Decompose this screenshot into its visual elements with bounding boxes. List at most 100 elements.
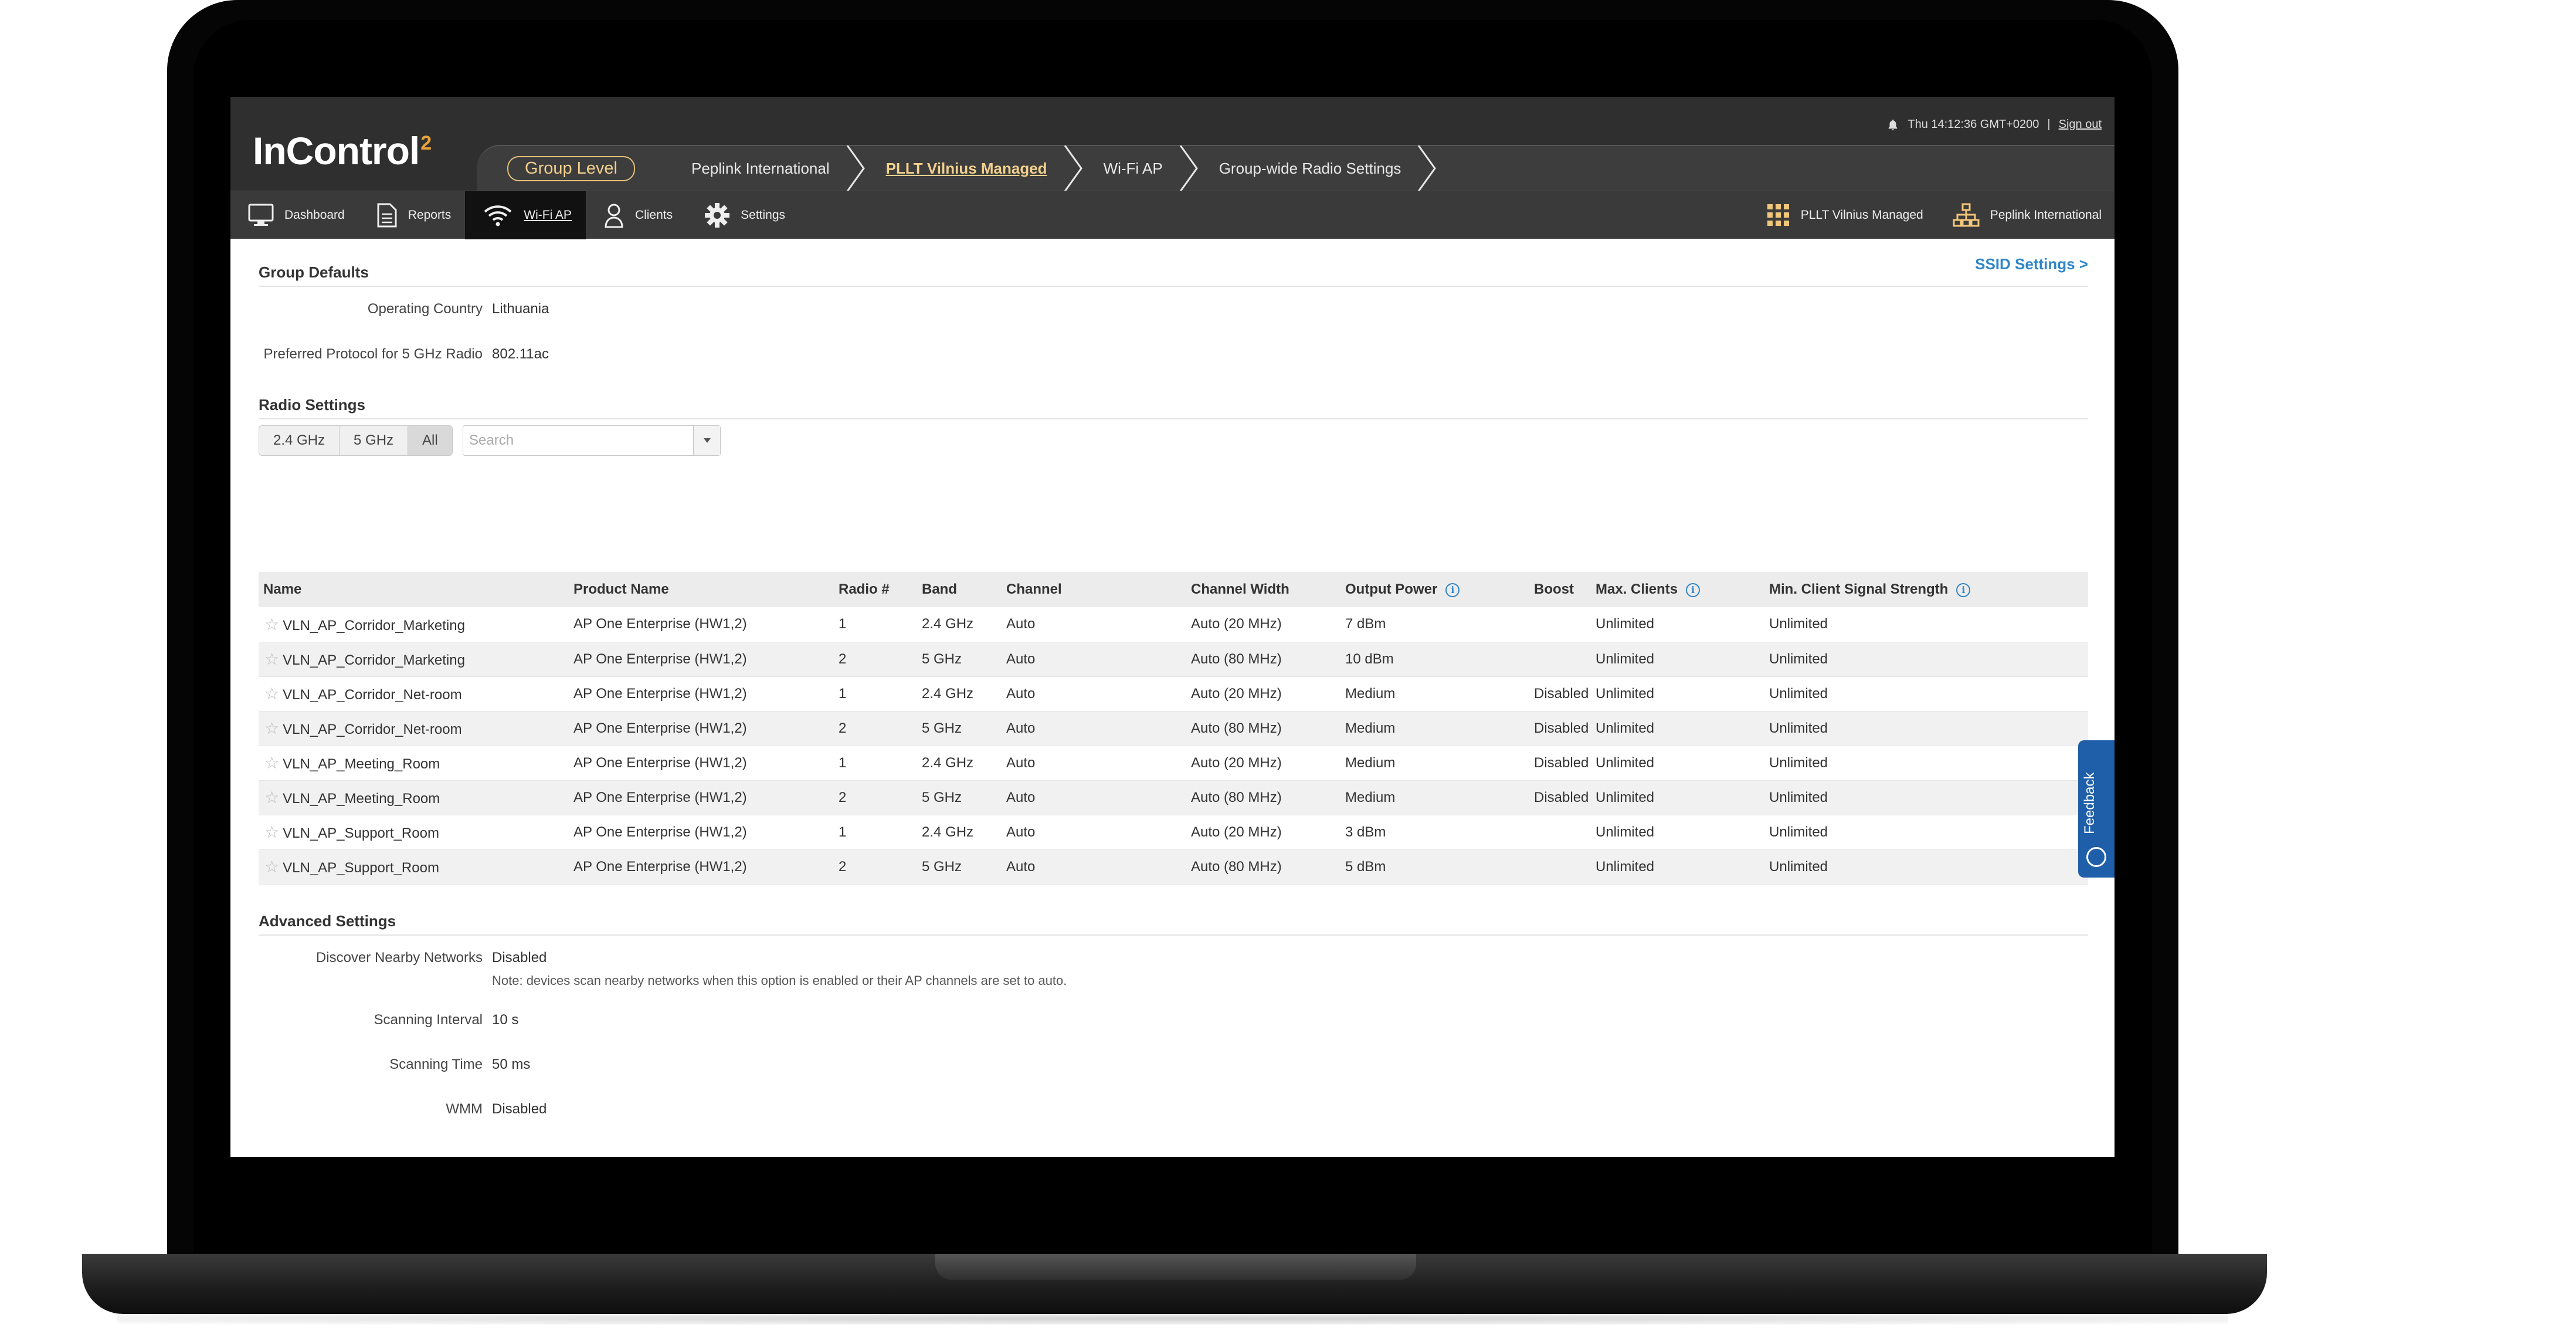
breadcrumb-item[interactable]: Group-wide Radio Settings [1196, 145, 1437, 191]
cell-output-power: 3 dBm [1345, 815, 1534, 850]
column-label: Min. Client Signal Strength [1769, 581, 1949, 597]
cell-value: AP One Enterprise (HW1,2) [573, 616, 747, 632]
cell-product-name: AP One Enterprise (HW1,2) [573, 711, 839, 746]
cell-channel: Auto [1006, 780, 1191, 815]
cell-value: Auto (20 MHz) [1191, 754, 1282, 771]
nav-settings[interactable]: Settings [687, 191, 799, 239]
cell-channel: Auto [1006, 849, 1191, 885]
ssid-settings-link[interactable]: SSID Settings > [1975, 255, 2088, 273]
star-icon[interactable]: ☆ [264, 754, 279, 772]
search-dropdown-button[interactable] [693, 426, 720, 455]
search-box [463, 425, 721, 456]
cell-value: Unlimited [1596, 858, 1655, 875]
filter-5ghz-button[interactable]: 5 GHz [340, 426, 409, 455]
nav-clients[interactable]: Clients [586, 191, 687, 239]
table-row[interactable]: ☆ VLN_AP_Corridor_Marketing AP One Enterpr… [259, 607, 2088, 642]
col-header-min-signal[interactable]: Min. Client Signal Strength i [1769, 572, 2088, 607]
group-defaults-title: Group Defaults [259, 263, 369, 281]
col-header-boost[interactable]: Boost [1534, 572, 1596, 607]
star-icon[interactable]: ☆ [264, 858, 279, 876]
cell-output-power: Medium [1345, 746, 1534, 781]
discover-networks-note: Note: devices scan nearby networks when … [492, 973, 1067, 988]
cell-value: 1 [839, 824, 847, 840]
col-header-radio[interactable]: Radio # [839, 572, 922, 607]
nav-wifi-ap[interactable]: Wi-Fi AP [465, 191, 586, 239]
cell-value: Auto [1006, 616, 1036, 632]
scanning-interval-label: Scanning Interval [374, 1012, 483, 1028]
bell-icon[interactable] [1886, 118, 1899, 131]
star-icon[interactable]: ☆ [264, 650, 279, 668]
table-row[interactable]: ☆ VLN_AP_Support_Room AP One Enterprise (H… [259, 849, 2088, 885]
breadcrumb-item[interactable]: Peplink International [668, 145, 865, 191]
cell-channel-width: Auto (80 MHz) [1191, 711, 1345, 746]
col-header-channel[interactable]: Channel [1006, 572, 1191, 607]
cell-output-power: Medium [1345, 780, 1534, 815]
laptop-shadow [117, 1313, 2228, 1325]
cell-value: Unlimited [1596, 789, 1655, 805]
filter-24ghz-button[interactable]: 2.4 GHz [259, 426, 340, 455]
cell-value: Auto (80 MHz) [1191, 651, 1282, 667]
star-icon[interactable]: ☆ [264, 788, 279, 807]
nav-label: Settings [741, 208, 786, 222]
col-header-band[interactable]: Band [922, 572, 1006, 607]
cell-value: Medium [1345, 789, 1396, 805]
cell-value: 2.4 GHz [922, 754, 974, 771]
feedback-tab[interactable]: Feedback [2078, 740, 2115, 878]
col-header-product-name[interactable]: Product Name [573, 572, 839, 607]
column-label: Output Power [1345, 581, 1438, 597]
discover-networks-label: Discover Nearby Networks [315, 950, 483, 966]
cell-value: Medium [1345, 754, 1396, 771]
table-row[interactable]: ☆ VLN_AP_Meeting_Room AP One Enterprise (H… [259, 780, 2088, 815]
advanced-settings-title: Advanced Settings [259, 912, 396, 930]
cell-radio: 1 [839, 607, 922, 642]
cell-value: 3 dBm [1345, 824, 1386, 840]
info-icon[interactable]: i [1445, 582, 1460, 597]
star-icon[interactable]: ☆ [264, 823, 279, 841]
col-header-channel-width[interactable]: Channel Width [1191, 572, 1345, 607]
cell-value: Unlimited [1596, 754, 1655, 771]
cell-min-signal: Unlimited [1769, 607, 2088, 642]
cell-name: ☆ VLN_AP_Support_Room [259, 849, 573, 885]
header-divider: | [2047, 118, 2051, 131]
cell-value: Auto [1006, 651, 1036, 667]
search-input[interactable] [463, 426, 693, 455]
star-icon[interactable]: ☆ [264, 615, 279, 634]
table-row[interactable]: ☆ VLN_AP_Corridor_Net-room AP One Enterpri… [259, 676, 2088, 712]
radio-settings-title: Radio Settings [259, 396, 366, 414]
column-label: Radio # [839, 581, 890, 597]
nav-group-pllt[interactable]: PLLT Vilnius Managed [1767, 191, 1923, 239]
nav-reports[interactable]: Reports [359, 191, 466, 239]
cell-value: Unlimited [1769, 789, 1828, 805]
cell-channel-width: Auto (80 MHz) [1191, 642, 1345, 677]
nav-dashboard[interactable]: Dashboard [230, 191, 359, 239]
nav-org-peplink[interactable]: Peplink International [1953, 191, 2102, 239]
cell-product-name: AP One Enterprise (HW1,2) [573, 607, 839, 642]
sign-out-link[interactable]: Sign out [2059, 118, 2102, 131]
breadcrumb-label: Wi-Fi AP [1103, 159, 1163, 177]
cell-channel-width: Auto (20 MHz) [1191, 815, 1345, 850]
cell-value: 5 GHz [922, 651, 962, 667]
cell-value: Unlimited [1769, 754, 1828, 771]
radio-table: Name Product Name Radio # Band Channel C… [259, 572, 2088, 885]
cell-band: 2.4 GHz [922, 746, 1006, 781]
breadcrumb-item[interactable]: Wi-Fi AP [1080, 145, 1198, 191]
cell-min-signal: Unlimited [1769, 676, 2088, 712]
col-header-output-power[interactable]: Output Power i [1345, 572, 1534, 607]
incontrol-logo[interactable]: InControl2 [253, 128, 432, 173]
col-header-name[interactable]: Name [259, 572, 573, 607]
table-row[interactable]: ☆ VLN_AP_Corridor_Net-room AP One Enterpri… [259, 711, 2088, 746]
breadcrumb-group-level[interactable]: Group Level [477, 145, 668, 191]
table-row[interactable]: ☆ VLN_AP_Support_Room AP One Enterprise (H… [259, 815, 2088, 850]
cell-value: Disabled [1534, 720, 1589, 736]
col-header-max-clients[interactable]: Max. Clients i [1596, 572, 1769, 607]
info-icon[interactable]: i [1956, 582, 1971, 597]
cell-boost [1534, 607, 1596, 642]
table-row[interactable]: ☆ VLN_AP_Corridor_Marketing AP One Enterpr… [259, 642, 2088, 677]
breadcrumb-item[interactable]: PLLT Vilnius Managed [863, 145, 1082, 191]
cell-channel-width: Auto (80 MHz) [1191, 780, 1345, 815]
filter-all-button[interactable]: All [408, 426, 452, 455]
table-row[interactable]: ☆ VLN_AP_Meeting_Room AP One Enterprise (H… [259, 746, 2088, 781]
star-icon[interactable]: ☆ [264, 719, 279, 737]
star-icon[interactable]: ☆ [264, 685, 279, 703]
info-icon[interactable]: i [1686, 582, 1701, 597]
